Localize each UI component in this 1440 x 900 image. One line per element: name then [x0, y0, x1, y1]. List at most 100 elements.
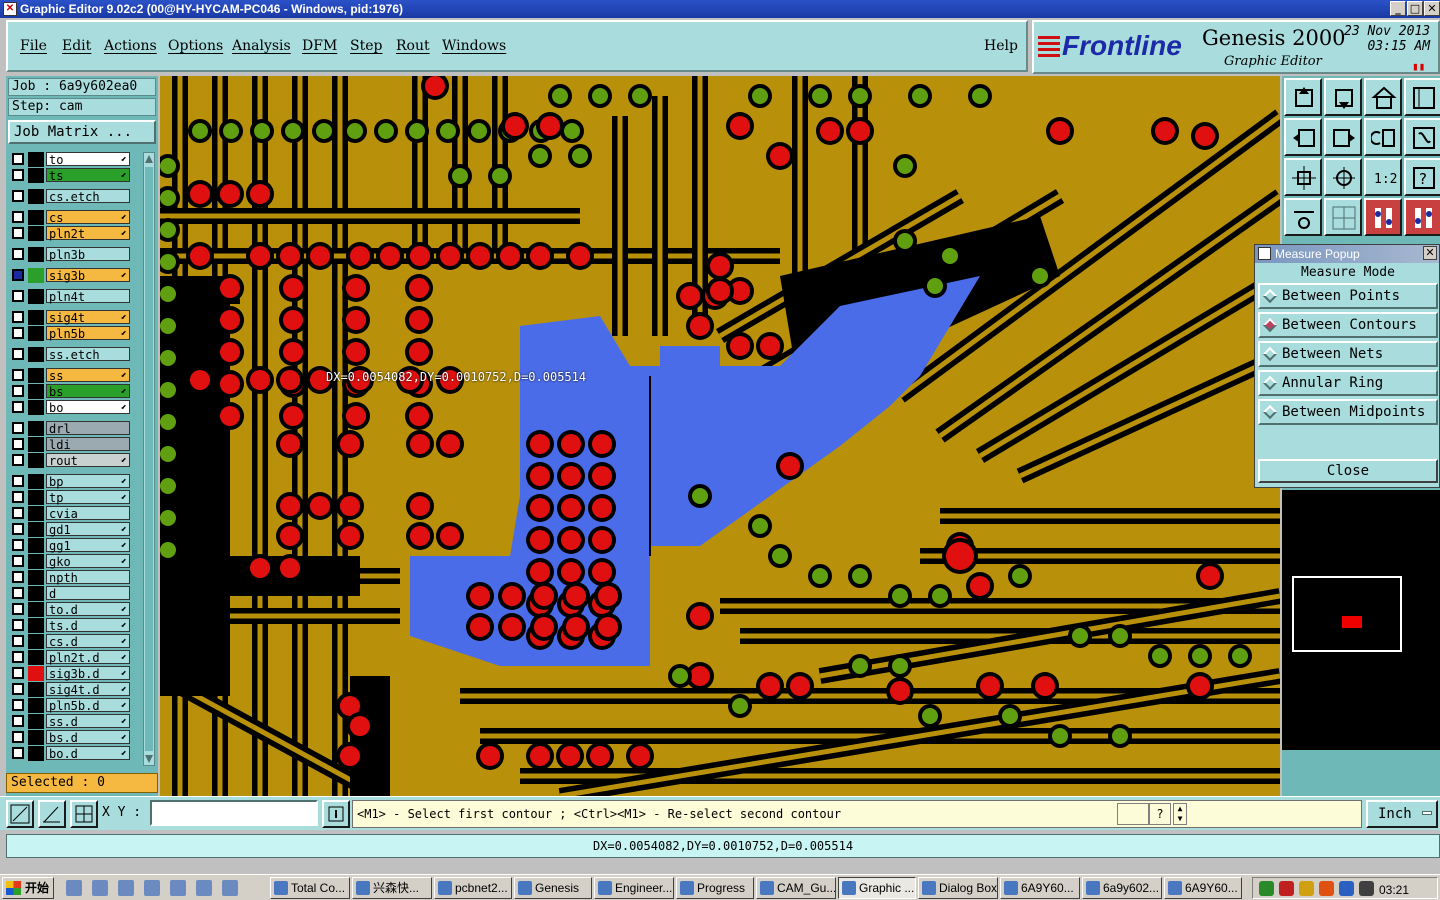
maximize-button[interactable]: □: [1407, 1, 1423, 16]
menu-file[interactable]: File: [20, 38, 47, 54]
layer-row[interactable]: rout ⬋: [9, 453, 137, 468]
menu-windows[interactable]: Windows: [442, 38, 506, 54]
layer-name[interactable]: rout ⬋: [46, 453, 130, 468]
import-button[interactable]: [1284, 78, 1322, 116]
menu-dfm[interactable]: DFM: [302, 38, 337, 54]
close-icon[interactable]: [92, 880, 108, 896]
layer-color-swatch[interactable]: [28, 400, 44, 415]
layer-name[interactable]: cs ⬋: [46, 210, 130, 225]
layer-color-swatch[interactable]: [28, 650, 44, 665]
layer-checkbox[interactable]: [12, 539, 24, 551]
layer-row[interactable]: pln4t: [9, 289, 137, 304]
layer-color-swatch[interactable]: [28, 247, 44, 262]
layer-color-swatch[interactable]: [28, 226, 44, 241]
mirror-button[interactable]: [1404, 118, 1440, 156]
taskbar-button[interactable]: Engineer...: [594, 877, 674, 899]
taskbar-button[interactable]: 6A9Y60...: [1000, 877, 1080, 899]
taskbar-button[interactable]: Genesis: [514, 877, 592, 899]
layer-name[interactable]: sig4t.d ⬋: [46, 682, 130, 697]
layer-row[interactable]: sig4t.d ⬋: [9, 682, 137, 697]
measure-tool-button[interactable]: [38, 800, 66, 828]
layer-color-swatch[interactable]: [28, 698, 44, 713]
tray-icon[interactable]: [1279, 881, 1294, 896]
measure-close-button[interactable]: Close: [1258, 459, 1438, 483]
layer-color-swatch[interactable]: [28, 368, 44, 383]
layer-checkbox[interactable]: [12, 523, 24, 535]
layer-color-swatch[interactable]: [28, 714, 44, 729]
layer-name[interactable]: pln2t.d ⬋: [46, 650, 130, 665]
layer-name[interactable]: tp ⬋: [46, 490, 130, 505]
layer-color-swatch[interactable]: [28, 189, 44, 204]
layer-checkbox[interactable]: [12, 454, 24, 466]
layer-checkbox[interactable]: [12, 211, 24, 223]
layer-color-swatch[interactable]: [28, 586, 44, 601]
layer-row[interactable]: pln5b ⬋: [9, 326, 137, 341]
taskbar-button[interactable]: pcbnet2...: [434, 877, 512, 899]
layer-checkbox[interactable]: [12, 311, 24, 323]
tray-icon[interactable]: [1319, 881, 1334, 896]
overview-viewport[interactable]: [1292, 576, 1402, 652]
layer-name[interactable]: ss.etch: [46, 347, 130, 362]
layer-color-swatch[interactable]: [28, 682, 44, 697]
layer-color-swatch[interactable]: [28, 490, 44, 505]
layer-row[interactable]: pln5b.d ⬋: [9, 698, 137, 713]
menu-options[interactable]: Options: [168, 38, 223, 54]
layer-checkbox[interactable]: [12, 587, 24, 599]
layer-row[interactable]: cvia: [9, 506, 137, 521]
tools-button[interactable]: [1284, 198, 1322, 236]
grid-button[interactable]: [1324, 198, 1362, 236]
layer-checkbox[interactable]: [12, 169, 24, 181]
layer-name[interactable]: pln5b.d ⬋: [46, 698, 130, 713]
layer-row[interactable]: ts.d ⬋: [9, 618, 137, 633]
layer-row[interactable]: pln2t ⬋: [9, 226, 137, 241]
layer-color-swatch[interactable]: [28, 506, 44, 521]
measure-option[interactable]: Between Points: [1258, 283, 1438, 309]
fit-button[interactable]: [1284, 158, 1322, 196]
layer-checkbox[interactable]: [12, 153, 24, 165]
layer-name[interactable]: d: [46, 586, 130, 601]
overview-map[interactable]: [1282, 490, 1440, 750]
layer-checkbox[interactable]: [12, 401, 24, 413]
layer-name[interactable]: ss ⬋: [46, 368, 130, 383]
measure-option[interactable]: Between Nets: [1258, 341, 1438, 367]
tray-icon[interactable]: [1299, 881, 1314, 896]
grid-tool-button[interactable]: [70, 800, 98, 828]
layer-color-swatch[interactable]: [28, 570, 44, 585]
layer-name[interactable]: sig4t ⬋: [46, 310, 130, 325]
help-button[interactable]: ?: [1404, 158, 1440, 196]
layer-row[interactable]: gg1 ⬋: [9, 538, 137, 553]
rotate-button[interactable]: [1364, 118, 1402, 156]
layer-name[interactable]: pln3b: [46, 247, 130, 262]
start-button[interactable]: 开始: [2, 877, 54, 899]
layer-checkbox[interactable]: [12, 491, 24, 503]
clock-icon[interactable]: [196, 880, 212, 896]
layer-checkbox[interactable]: [12, 190, 24, 202]
layer-checkbox[interactable]: [12, 385, 24, 397]
layer-checkbox[interactable]: [12, 348, 24, 360]
layer-row[interactable]: gko ⬋: [9, 554, 137, 569]
layer-checkbox[interactable]: [12, 667, 24, 679]
layer-color-swatch[interactable]: [28, 168, 44, 183]
job-matrix-button[interactable]: Job Matrix ...: [8, 120, 156, 144]
layer-color-swatch[interactable]: [28, 538, 44, 553]
taskbar-button[interactable]: Graphic ...: [838, 877, 916, 899]
layer-row[interactable]: to.d ⬋: [9, 602, 137, 617]
layer-row[interactable]: ss.d ⬋: [9, 714, 137, 729]
layer-row[interactable]: bs.d ⬋: [9, 730, 137, 745]
layer-row[interactable]: cs.etch: [9, 189, 137, 204]
taskbar-button[interactable]: 6A9Y60...: [1164, 877, 1242, 899]
spin-icon[interactable]: ▲ ▼: [1173, 803, 1187, 825]
layer-row[interactable]: sig3b.d ⬋: [9, 666, 137, 681]
forward-button[interactable]: [1324, 118, 1362, 156]
pause-icon[interactable]: ▮▮: [1412, 60, 1425, 73]
tray-icon[interactable]: [1359, 881, 1374, 896]
layer-row[interactable]: ts ⬋: [9, 168, 137, 183]
layer-name[interactable]: ldi: [46, 437, 130, 452]
layer-checkbox[interactable]: [12, 731, 24, 743]
xy-input[interactable]: [150, 800, 318, 826]
layer-color-swatch[interactable]: [28, 618, 44, 633]
layer-row[interactable]: ss ⬋: [9, 368, 137, 383]
layer-color-swatch[interactable]: [28, 522, 44, 537]
layer-checkbox[interactable]: [12, 619, 24, 631]
layer-row[interactable]: drl: [9, 421, 137, 436]
